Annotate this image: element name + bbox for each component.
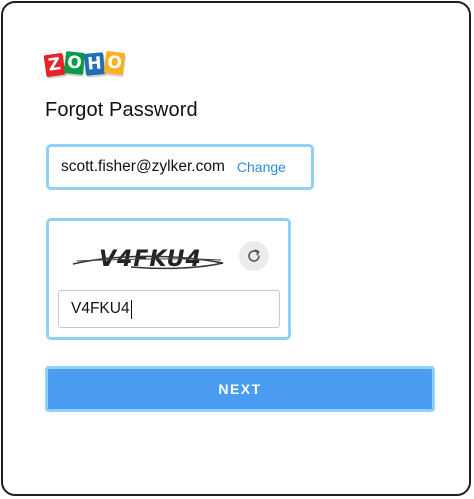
captcha-noise-lines xyxy=(72,255,224,270)
captcha-container: V4FKU4 V4FKU4 xyxy=(46,218,291,340)
captcha-image: V4FKU4 xyxy=(71,239,231,283)
logo-tile-o2: O xyxy=(103,50,126,76)
logo-tile-o: O xyxy=(63,51,86,75)
email-display-field: scott.fisher@zylker.com Change xyxy=(46,144,314,190)
zoho-logo: Z O H O xyxy=(43,50,126,79)
refresh-captcha-button[interactable] xyxy=(239,241,269,271)
next-button[interactable]: NEXT xyxy=(45,366,435,412)
logo-tile-h: H xyxy=(84,52,105,76)
email-value: scott.fisher@zylker.com xyxy=(61,158,225,175)
captcha-input[interactable]: V4FKU4 xyxy=(58,290,280,328)
forgot-password-card: Z O H O Forgot Password scott.fisher@zyl… xyxy=(1,1,471,496)
text-caret xyxy=(130,299,132,319)
change-email-link[interactable]: Change xyxy=(237,159,286,175)
refresh-icon xyxy=(248,249,260,262)
captcha-input-value: V4FKU4 xyxy=(71,300,130,317)
page-title: Forgot Password xyxy=(45,99,198,121)
logo-tile-z: Z xyxy=(43,52,66,78)
